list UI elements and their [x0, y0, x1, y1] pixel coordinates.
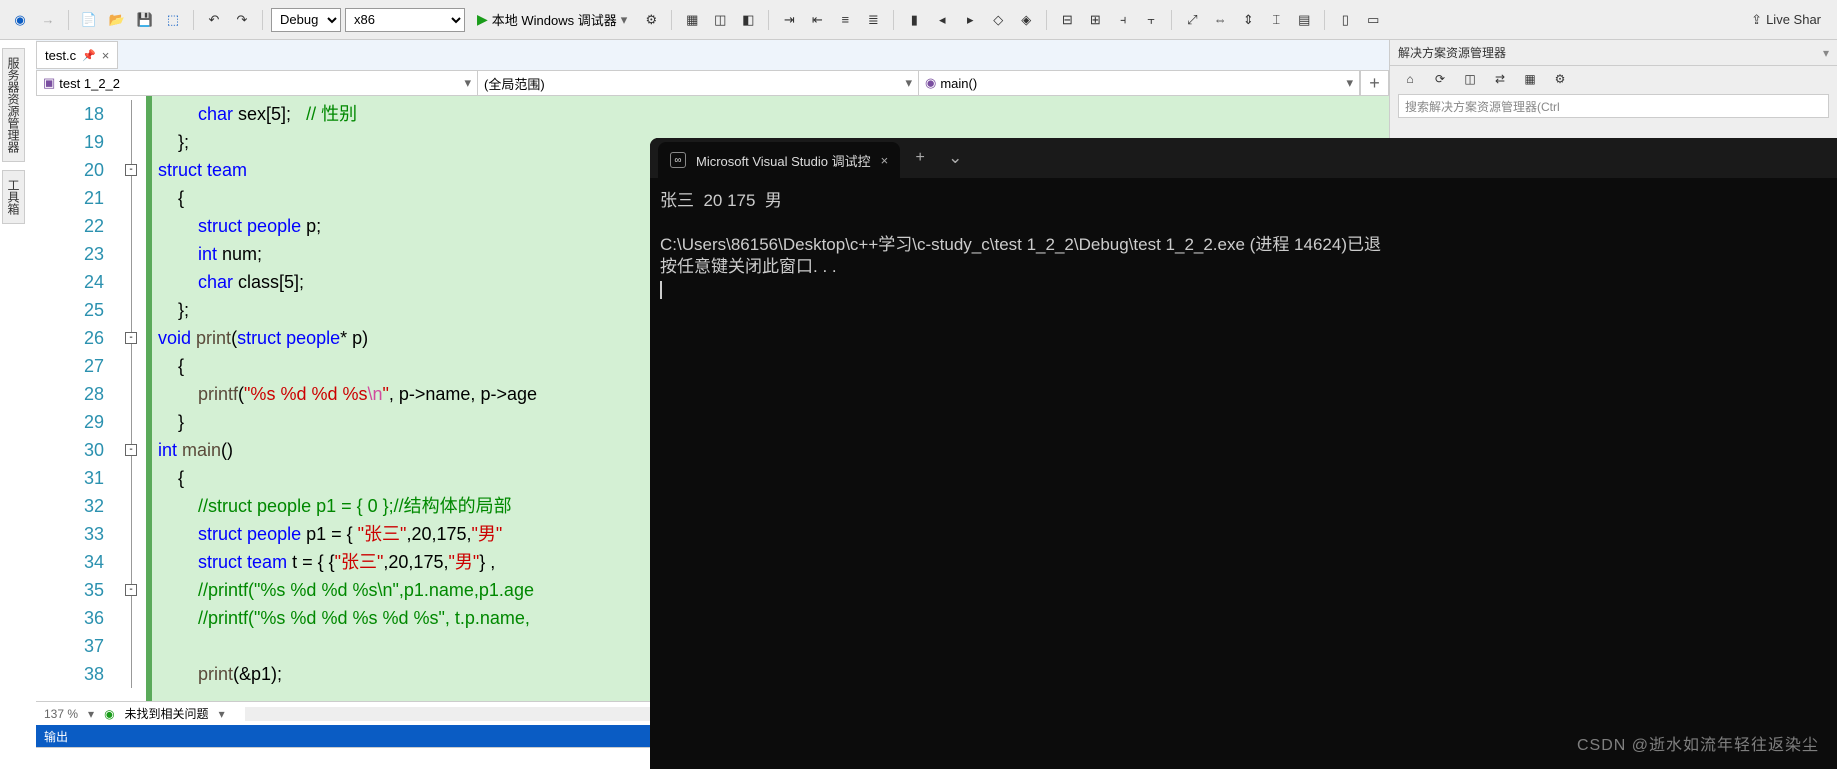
fold-toggle[interactable]: - — [125, 332, 137, 344]
open-icon[interactable]: 📂 — [105, 8, 129, 32]
fold-toggle[interactable]: - — [125, 444, 137, 456]
se-t1-icon[interactable]: ◫ — [1458, 67, 1482, 91]
project-scope[interactable]: ▣ test 1_2_2 ▾ — [37, 71, 478, 95]
f1-icon[interactable]: ⊟ — [1055, 8, 1079, 32]
g3-icon[interactable]: ⇕ — [1236, 8, 1260, 32]
terminal-body[interactable]: 张三 20 175 男 C:\Users\86156\Desktop\c++学习… — [650, 178, 1837, 312]
live-share-button[interactable]: ⇪ Live Shar — [1751, 12, 1829, 28]
f2-icon[interactable]: ⊞ — [1083, 8, 1107, 32]
tool-1-icon[interactable]: ▦ — [680, 8, 704, 32]
g2-icon[interactable]: ⇔ — [1208, 8, 1232, 32]
zoom-level[interactable]: 137 % — [44, 707, 78, 721]
function-icon: ◉ — [925, 75, 936, 91]
h2-icon[interactable]: ▭ — [1361, 8, 1385, 32]
comment-icon[interactable]: ≡ — [833, 8, 857, 32]
terminal-tab-close-icon[interactable]: × — [881, 153, 889, 168]
terminal-line: 张三 20 175 男 — [660, 191, 782, 210]
code-line[interactable]: char sex[5]; // 性别 — [152, 100, 1389, 128]
file-tab-test-c[interactable]: test.c 📌 × — [36, 41, 118, 69]
solution-explorer-toolbar: ⌂ ⟳ ◫ ⇄ ▦ ⚙ — [1390, 66, 1837, 92]
build-icon[interactable]: ⚙ — [639, 8, 663, 32]
g1-icon[interactable]: ⤢ — [1180, 8, 1204, 32]
pin-icon[interactable]: 📌 — [82, 49, 96, 62]
outdent-icon[interactable]: ⇤ — [805, 8, 829, 32]
solution-search-input[interactable]: 搜索解决方案资源管理器(Ctrl — [1398, 94, 1829, 118]
indent-icon[interactable]: ⇥ — [777, 8, 801, 32]
file-tab-bar: test.c 📌 × — [36, 40, 1389, 70]
terminal-tab[interactable]: ∞ Microsoft Visual Studio 调试控 × — [658, 142, 900, 178]
f4-icon[interactable]: ⫟ — [1139, 8, 1163, 32]
search-placeholder: 搜索解决方案资源管理器(Ctrl — [1405, 98, 1560, 115]
toolbox-tab[interactable]: 工具箱 — [2, 170, 25, 224]
fold-toggle[interactable]: - — [125, 584, 137, 596]
watermark: CSDN @逝水如流年轻往返染尘 — [1577, 731, 1819, 755]
terminal-line: C:\Users\86156\Desktop\c++学习\c-study_c\t… — [660, 235, 1381, 254]
fold-column: - - - - — [116, 96, 146, 701]
platform-select[interactable]: x86 — [345, 8, 465, 32]
server-explorer-tab[interactable]: 服务器资源管理器 — [2, 48, 25, 162]
fold-toggle[interactable]: - — [125, 164, 137, 176]
tool-3-icon[interactable]: ◧ — [736, 8, 760, 32]
save-icon[interactable]: 💾 — [133, 8, 157, 32]
project-icon: ▣ — [43, 75, 55, 91]
function-name: main() — [940, 76, 977, 91]
b2-icon[interactable]: ▸ — [958, 8, 982, 32]
debugger-label: 本地 Windows 调试器 — [492, 10, 617, 29]
scope-scope[interactable]: (全局范围) ▾ — [478, 71, 919, 95]
solution-explorer-title: 解决方案资源管理器 ▾ — [1390, 40, 1837, 66]
terminal-titlebar: ∞ Microsoft Visual Studio 调试控 × + ⌄ — [650, 138, 1837, 178]
nav-back-icon[interactable]: ◉ — [8, 8, 32, 32]
tool-2-icon[interactable]: ◫ — [708, 8, 732, 32]
debug-console-window: ∞ Microsoft Visual Studio 调试控 × + ⌄ 张三 2… — [650, 138, 1837, 769]
terminal-line: 按任意键关闭此窗口. . . — [660, 257, 837, 276]
line-gutter: 1819202122232425262728293031323334353637… — [36, 96, 116, 701]
se-t3-icon[interactable]: ⚙ — [1548, 67, 1572, 91]
scope-name: (全局范围) — [484, 74, 545, 93]
scope-bar: ▣ test 1_2_2 ▾ (全局范围) ▾ ◉ main() ▾ + — [36, 70, 1389, 96]
live-share-label: Live Shar — [1766, 12, 1821, 27]
vs-icon: ∞ — [670, 152, 686, 168]
terminal-dropdown-icon[interactable]: ⌄ — [940, 148, 970, 168]
issues-label: 未找到相关问题 — [125, 705, 209, 722]
start-debug-button[interactable]: ▶ 本地 Windows 调试器 ▾ — [469, 8, 635, 32]
bookmark-icon[interactable]: ▮ — [902, 8, 926, 32]
b3-icon[interactable]: ◇ — [986, 8, 1010, 32]
terminal-cursor — [660, 281, 662, 299]
h1-icon[interactable]: ▯ — [1333, 8, 1357, 32]
scope-add-button[interactable]: + — [1360, 71, 1388, 95]
share-icon: ⇪ — [1751, 12, 1762, 28]
se-home-icon[interactable]: ⌂ — [1398, 67, 1422, 91]
config-select[interactable]: Debug — [271, 8, 341, 32]
uncomment-icon[interactable]: ≣ — [861, 8, 885, 32]
file-name: test.c — [45, 48, 76, 63]
save-all-icon[interactable]: ⬚ — [161, 8, 185, 32]
se-sync-icon[interactable]: ⇄ — [1488, 67, 1512, 91]
status-ok-icon: ◉ — [104, 707, 114, 721]
project-name: test 1_2_2 — [59, 76, 120, 91]
close-icon[interactable]: × — [102, 48, 110, 63]
terminal-tab-title: Microsoft Visual Studio 调试控 — [696, 151, 871, 170]
f3-icon[interactable]: ⫞ — [1111, 8, 1135, 32]
main-toolbar: ◉ → 📄 📂 💾 ⬚ ↶ ↷ Debug x86 ▶ 本地 Windows 调… — [0, 0, 1837, 40]
undo-icon[interactable]: ↶ — [202, 8, 226, 32]
new-file-icon[interactable]: 📄 — [77, 8, 101, 32]
play-icon: ▶ — [477, 11, 488, 28]
g4-icon[interactable]: ⌶ — [1264, 8, 1288, 32]
redo-icon[interactable]: ↷ — [230, 8, 254, 32]
g5-icon[interactable]: ▤ — [1292, 8, 1316, 32]
terminal-add-tab-button[interactable]: + — [900, 149, 940, 167]
nav-fwd-icon: → — [36, 8, 60, 32]
se-t2-icon[interactable]: ▦ — [1518, 67, 1542, 91]
se-refresh-icon[interactable]: ⟳ — [1428, 67, 1452, 91]
b1-icon[interactable]: ◂ — [930, 8, 954, 32]
function-scope[interactable]: ◉ main() ▾ — [919, 71, 1360, 95]
b4-icon[interactable]: ◈ — [1014, 8, 1038, 32]
